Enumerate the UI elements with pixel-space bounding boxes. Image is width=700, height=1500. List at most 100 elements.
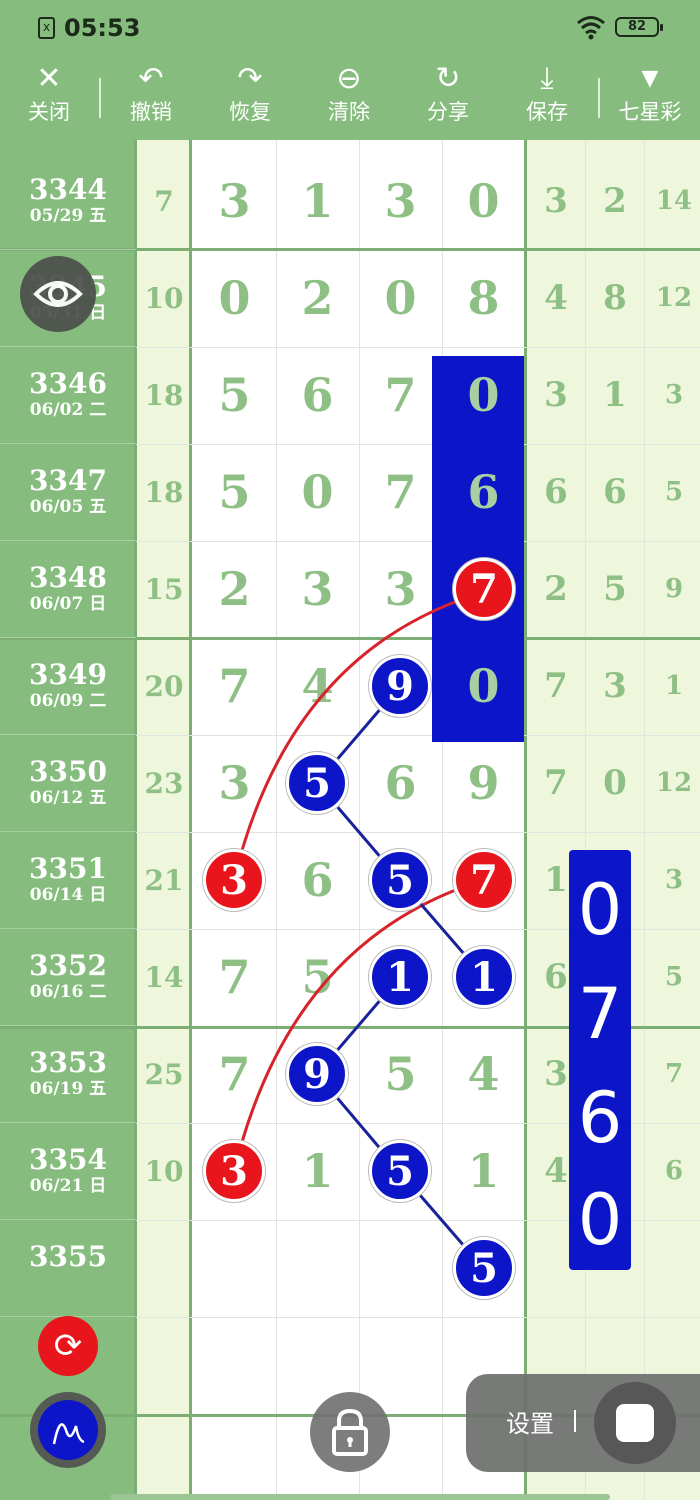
period-number: 3348 (29, 561, 107, 594)
settings-button[interactable]: 设置 (506, 1404, 554, 1439)
forecast-digit: 6 (577, 1077, 623, 1159)
eye-icon (33, 281, 83, 307)
redo-button[interactable]: ↷ 恢复 (210, 60, 290, 132)
stat-cell: 14 (655, 186, 693, 216)
digit-cell[interactable] (359, 1220, 442, 1317)
digit-cell[interactable]: 3 (193, 153, 276, 250)
blue-ball[interactable]: 5 (369, 1140, 431, 1202)
visibility-toggle-button[interactable] (20, 256, 96, 332)
battery-indicator: 82 (615, 17, 663, 37)
blue-ball[interactable]: 5 (369, 849, 431, 911)
digit-cell[interactable] (193, 1220, 276, 1317)
sum-cell: 10 (144, 1155, 184, 1188)
refresh-button[interactable]: ⟳ (38, 1316, 98, 1376)
digit-cell[interactable]: 1 (276, 153, 359, 250)
digit-cell[interactable]: 6 (276, 832, 359, 929)
digit-cell[interactable]: 8 (442, 250, 525, 347)
red-ball[interactable]: 3 (203, 849, 265, 911)
period-date: 06/21 日 (29, 1176, 107, 1196)
period-date: 06/12 五 (29, 788, 107, 808)
digit-cell[interactable]: 0 (276, 444, 359, 541)
digit-cell[interactable]: 4 (442, 1026, 525, 1123)
redo-label: 恢复 (229, 100, 271, 124)
undo-label: 撤销 (130, 100, 172, 124)
digit-cell[interactable] (276, 1220, 359, 1317)
digit-cell[interactable]: 0 (359, 250, 442, 347)
digit-cell[interactable]: 7 (193, 929, 276, 1026)
top-bar: x 05:53 82 ✕ 关闭 ↶ 撤销 ↷ 恢复 ⊖ 清除 ↻ 分享 ⤓ 保存… (0, 0, 700, 140)
digit-cell[interactable]: 9 (442, 735, 525, 832)
blue-ball[interactable]: 5 (453, 1237, 515, 1299)
close-icon: ✕ (36, 61, 62, 96)
stop-button[interactable] (594, 1382, 676, 1464)
period-number: 3354 (29, 1143, 107, 1176)
digit-cell[interactable]: 2 (276, 250, 359, 347)
stat-cell: 8 (603, 278, 627, 318)
share-button[interactable]: ↻ 分享 (408, 60, 488, 132)
digit-cell[interactable]: 6 (359, 735, 442, 832)
digit-cell[interactable]: 6 (276, 347, 359, 444)
stat-cell: 0 (603, 763, 627, 803)
period-number: 3351 (29, 852, 107, 885)
share-label: 分享 (427, 100, 469, 124)
lottery-type-dropdown[interactable]: ▼ 七星彩 (610, 60, 690, 132)
digit-cell[interactable]: 7 (193, 638, 276, 735)
clear-button[interactable]: ⊖ 清除 (309, 60, 389, 132)
stat-cell: 2 (603, 181, 627, 221)
lock-button[interactable] (310, 1392, 390, 1472)
blue-ball[interactable]: 1 (369, 946, 431, 1008)
close-button[interactable]: ✕ 关闭 (9, 60, 89, 132)
digit-cell[interactable]: 1 (442, 1123, 525, 1220)
digit-cell[interactable]: 5 (359, 1026, 442, 1123)
digit-cell[interactable]: 7 (359, 347, 442, 444)
stat-cell: 7 (544, 666, 568, 706)
period-date: 06/16 二 (29, 982, 107, 1002)
sum-cell: 20 (144, 670, 184, 703)
blue-ball[interactable]: 1 (453, 946, 515, 1008)
scroll-indicator[interactable] (110, 1494, 610, 1500)
digit-cell[interactable]: 0 (442, 153, 525, 250)
digit-cell[interactable]: 5 (276, 929, 359, 1026)
save-button[interactable]: ⤓ 保存 (507, 60, 587, 132)
undo-button[interactable]: ↶ 撤销 (111, 60, 191, 132)
digit-cell[interactable]: 2 (193, 541, 276, 638)
stat-cell: 5 (664, 477, 684, 507)
period-cell: 3350 06/12 五 (0, 735, 136, 832)
digit-cell[interactable]: 5 (193, 444, 276, 541)
blue-ball[interactable]: 9 (286, 1043, 348, 1105)
digit-cell[interactable]: 0 (193, 250, 276, 347)
blue-ball[interactable]: 9 (369, 655, 431, 717)
toolbar-divider (598, 78, 600, 118)
digit-cell[interactable]: 6 (442, 444, 525, 541)
stat-cell: 1 (603, 375, 627, 415)
digit-cell[interactable]: 5 (193, 347, 276, 444)
trend-chart-grid[interactable]: 334405/29 五 334505/31 日 334606/02 二 3347… (0, 140, 700, 1500)
red-ball[interactable]: 7 (453, 849, 515, 911)
digit-cell[interactable]: 0 (442, 347, 525, 444)
digit-cell[interactable]: 0 (442, 638, 525, 735)
download-icon: ⤓ (540, 61, 554, 96)
digit-cell[interactable]: 4 (276, 638, 359, 735)
stat-cell: 2 (544, 569, 568, 609)
digit-cell[interactable]: 7 (193, 1026, 276, 1123)
digit-cell[interactable]: 3 (359, 541, 442, 638)
digit-cell[interactable]: 7 (359, 444, 442, 541)
status-time: 05:53 (64, 14, 141, 42)
blue-ball[interactable]: 5 (286, 752, 348, 814)
close-label: 关闭 (28, 100, 70, 124)
stat-cell: 7 (664, 1059, 684, 1089)
period-date: 06/09 二 (29, 691, 107, 711)
digit-cell[interactable]: 3 (359, 153, 442, 250)
period-cell: 3352 06/16 二 (0, 929, 136, 1026)
digit-cell[interactable]: 3 (276, 541, 359, 638)
digit-cell[interactable]: 1 (276, 1123, 359, 1220)
red-ball[interactable]: 7 (453, 558, 515, 620)
notification-icon: x (38, 17, 55, 39)
red-ball[interactable]: 3 (203, 1140, 265, 1202)
forecast-digit: 7 (577, 973, 623, 1055)
stat-cell: 7 (544, 763, 568, 803)
sum-cell: 25 (144, 1058, 184, 1091)
digit-cell[interactable]: 3 (193, 735, 276, 832)
clear-icon: ⊖ (336, 61, 362, 96)
draw-mode-button[interactable] (30, 1392, 106, 1468)
